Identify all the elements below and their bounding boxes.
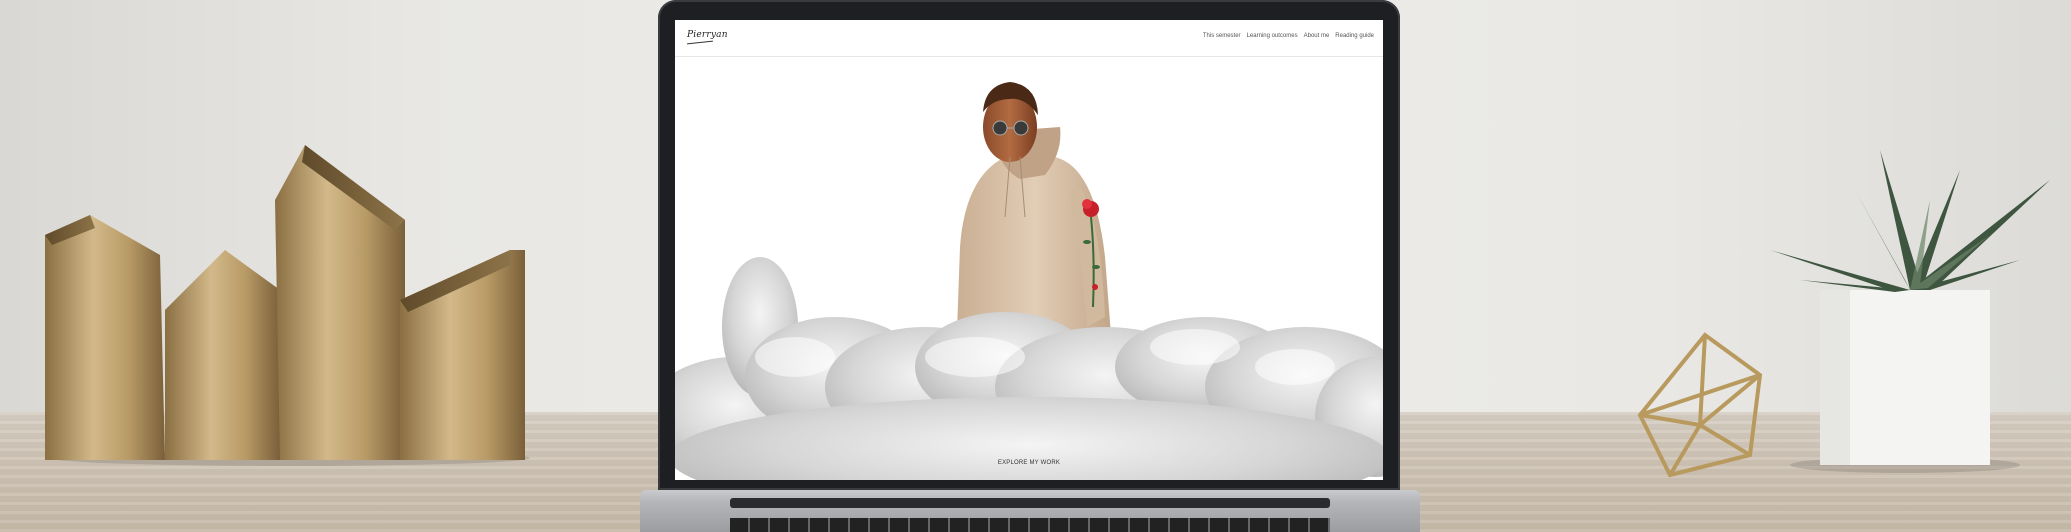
brass-house-ornaments-icon (45, 145, 530, 466)
desk-scene: Pierryan This semester Learning outcomes… (0, 0, 2071, 532)
keyboard (730, 518, 1330, 532)
laptop-screen: Pierryan This semester Learning outcomes… (675, 20, 1383, 480)
site-logo[interactable]: Pierryan (687, 30, 728, 40)
main-nav: This semester Learning outcomes About me… (1203, 33, 1374, 39)
hero-image (675, 82, 1383, 480)
site-header: Pierryan This semester Learning outcomes… (675, 20, 1383, 57)
explore-my-work-button[interactable]: EXPLORE MY WORK (675, 460, 1383, 466)
nav-this-semester[interactable]: This semester (1203, 33, 1241, 39)
brass-geometric-terrarium-icon (1637, 332, 1763, 478)
succulent-plant-icon (1770, 150, 2050, 473)
nav-reading-guide[interactable]: Reading guide (1335, 33, 1374, 39)
logo-underline (687, 40, 713, 45)
nav-learning-outcomes[interactable]: Learning outcomes (1247, 33, 1298, 39)
nav-about-me[interactable]: About me (1304, 33, 1330, 39)
